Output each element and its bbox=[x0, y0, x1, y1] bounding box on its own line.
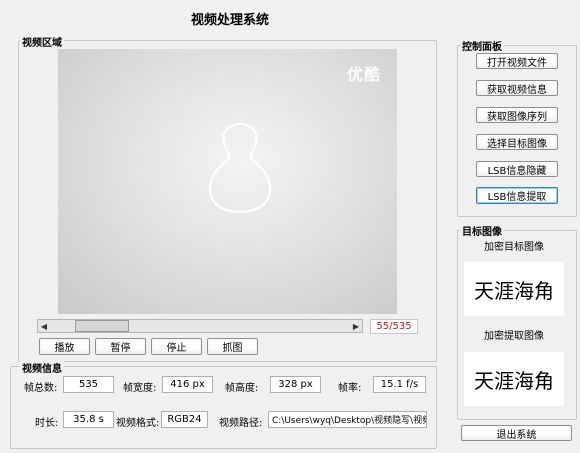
frame-height-value: 328 px bbox=[278, 379, 313, 390]
extract-image: 天涯海角 bbox=[464, 352, 564, 406]
lsb-extract-button[interactable]: LSB信息提取 bbox=[476, 187, 558, 204]
video-area-label: 视频区域 bbox=[20, 34, 64, 49]
video-info-label: 视频信息 bbox=[20, 360, 64, 375]
target-image-label: 目标图像 bbox=[460, 223, 504, 238]
format-value: RGB24 bbox=[167, 414, 202, 425]
duration-value: 35.8 s bbox=[73, 414, 104, 425]
stop-button-label: 停止 bbox=[166, 343, 187, 354]
pause-button-label: 暂停 bbox=[110, 343, 131, 354]
encrypt-target-image: 天涯海角 bbox=[464, 262, 564, 316]
frame-rate-value: 15.1 f/s bbox=[380, 379, 419, 390]
gourd-shape bbox=[208, 122, 272, 214]
path-field: C:\Users\wyq\Desktop\视频隐写\视频 bbox=[268, 411, 427, 428]
format-field: RGB24 bbox=[161, 411, 208, 428]
open-video-label: 打开视频文件 bbox=[487, 57, 547, 69]
video-progress-scrollbar[interactable]: ◀ ▶ bbox=[37, 319, 363, 333]
duration-label: 时长: bbox=[35, 418, 59, 429]
lsb-hide-button[interactable]: LSB信息隐藏 bbox=[476, 161, 558, 177]
extract-caption: 加密提取图像 bbox=[484, 331, 544, 342]
encrypt-target-caption: 加密目标图像 bbox=[484, 242, 544, 253]
frame-counter-text: 55/535 bbox=[376, 321, 412, 332]
capture-button-label: 抓图 bbox=[222, 343, 243, 354]
play-button-label: 播放 bbox=[54, 343, 75, 354]
pause-button[interactable]: 暂停 bbox=[95, 338, 146, 355]
open-video-button[interactable]: 打开视频文件 bbox=[476, 53, 558, 69]
frame-width-label: 帧宽度: bbox=[123, 383, 157, 394]
get-image-sequence-label: 获取图像序列 bbox=[487, 111, 547, 123]
extract-text: 天涯海角 bbox=[474, 368, 554, 393]
frame-rate-field: 15.1 f/s bbox=[373, 376, 426, 393]
window-title: 视频处理系统 bbox=[190, 13, 269, 28]
exit-button-label: 退出系统 bbox=[496, 429, 537, 441]
get-image-sequence-button[interactable]: 获取图像序列 bbox=[476, 107, 558, 123]
select-target-button[interactable]: 选择目标图像 bbox=[476, 134, 558, 150]
control-panel-label: 控制面板 bbox=[460, 38, 504, 53]
total-frames-label: 帧总数: bbox=[24, 383, 58, 394]
select-target-label: 选择目标图像 bbox=[487, 138, 547, 150]
scroll-left-arrow-icon[interactable]: ◀ bbox=[38, 320, 50, 332]
duration-field: 35.8 s bbox=[63, 411, 114, 428]
scroll-right-arrow-icon[interactable]: ▶ bbox=[350, 320, 362, 332]
stop-button[interactable]: 停止 bbox=[151, 338, 202, 355]
lsb-extract-label: LSB信息提取 bbox=[487, 192, 547, 203]
scroll-thumb[interactable] bbox=[74, 320, 129, 332]
frame-width-field: 416 px bbox=[162, 376, 213, 393]
capture-button[interactable]: 抓图 bbox=[207, 338, 258, 355]
lsb-hide-label: LSB信息隐藏 bbox=[487, 165, 547, 177]
path-value: C:\Users\wyq\Desktop\视频隐写\视频 bbox=[272, 416, 427, 426]
frame-width-value: 416 px bbox=[170, 379, 205, 390]
encrypt-target-text: 天涯海角 bbox=[474, 278, 554, 303]
total-frames-value: 535 bbox=[78, 379, 99, 390]
get-video-info-label: 获取视频信息 bbox=[487, 84, 547, 96]
path-label: 视频路径: bbox=[219, 418, 263, 429]
frame-counter: 55/535 bbox=[370, 319, 418, 334]
frame-height-field: 328 px bbox=[270, 376, 321, 393]
play-button[interactable]: 播放 bbox=[39, 338, 90, 355]
frame-rate-label: 帧率: bbox=[338, 383, 362, 394]
frame-height-label: 帧高度: bbox=[225, 383, 259, 394]
total-frames-field: 535 bbox=[63, 376, 114, 393]
video-display: 优酷 bbox=[58, 49, 397, 314]
exit-button[interactable]: 退出系统 bbox=[461, 425, 572, 441]
get-video-info-button[interactable]: 获取视频信息 bbox=[476, 80, 558, 96]
format-label: 视频格式: bbox=[116, 418, 160, 429]
